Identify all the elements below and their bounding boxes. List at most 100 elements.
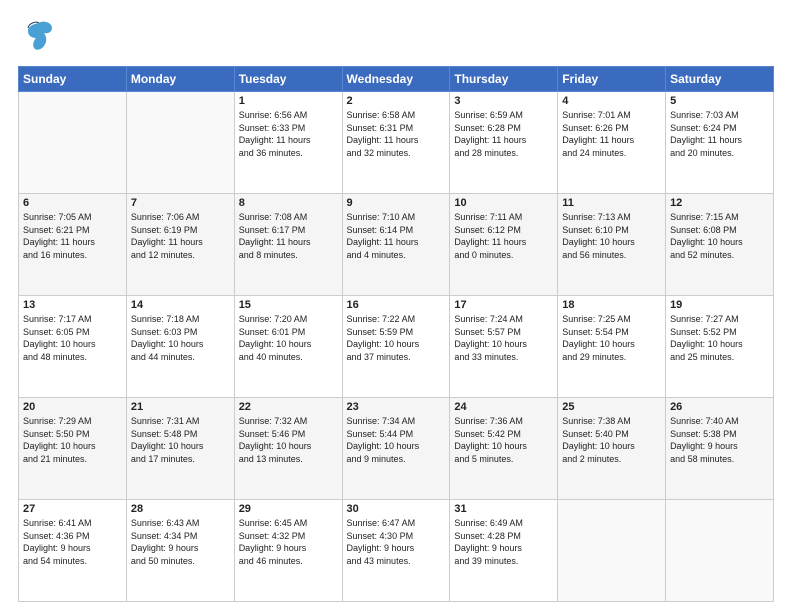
day-info: Sunrise: 6:43 AM Sunset: 4:34 PM Dayligh…: [131, 517, 230, 567]
logo-bird-icon: [24, 18, 54, 58]
day-info: Sunrise: 7:18 AM Sunset: 6:03 PM Dayligh…: [131, 313, 230, 363]
day-info: Sunrise: 7:24 AM Sunset: 5:57 PM Dayligh…: [454, 313, 553, 363]
day-info: Sunrise: 7:10 AM Sunset: 6:14 PM Dayligh…: [347, 211, 446, 261]
day-info: Sunrise: 7:13 AM Sunset: 6:10 PM Dayligh…: [562, 211, 661, 261]
header: [18, 18, 774, 58]
day-number: 26: [670, 401, 769, 413]
day-number: 15: [239, 299, 338, 311]
day-info: Sunrise: 6:41 AM Sunset: 4:36 PM Dayligh…: [23, 517, 122, 567]
calendar-day-cell: 1 Sunrise: 6:56 AM Sunset: 6:33 PM Daylig…: [234, 92, 342, 194]
day-of-week-header: Monday: [126, 67, 234, 92]
day-number: 7: [131, 197, 230, 209]
calendar-day-cell: 17Sunrise: 7:24 AM Sunset: 5:57 PM Dayli…: [450, 296, 558, 398]
day-number: 23: [347, 401, 446, 413]
day-info: Sunrise: 7:32 AM Sunset: 5:46 PM Dayligh…: [239, 415, 338, 465]
calendar-day-cell: 28 Sunrise: 6:43 AM Sunset: 4:34 PM Dayli…: [126, 500, 234, 602]
day-of-week-header: Tuesday: [234, 67, 342, 92]
day-info: Sunrise: 7:25 AM Sunset: 5:54 PM Dayligh…: [562, 313, 661, 363]
calendar-week-row: 6 Sunrise: 7:05 AM Sunset: 6:21 PM Daylig…: [19, 194, 774, 296]
day-number: 3: [454, 95, 553, 107]
day-number: 18: [562, 299, 661, 311]
calendar-day-cell: 2 Sunrise: 6:58 AM Sunset: 6:31 PM Daylig…: [342, 92, 450, 194]
day-number: 6: [23, 197, 122, 209]
day-info: Sunrise: 7:17 AM Sunset: 6:05 PM Dayligh…: [23, 313, 122, 363]
day-info: Sunrise: 6:59 AM Sunset: 6:28 PM Dayligh…: [454, 109, 553, 159]
calendar-day-cell: 5 Sunrise: 7:03 AM Sunset: 6:24 PM Daylig…: [666, 92, 774, 194]
calendar-day-cell: 12Sunrise: 7:15 AM Sunset: 6:08 PM Dayli…: [666, 194, 774, 296]
day-info: Sunrise: 7:38 AM Sunset: 5:40 PM Dayligh…: [562, 415, 661, 465]
day-info: Sunrise: 6:58 AM Sunset: 6:31 PM Dayligh…: [347, 109, 446, 159]
day-info: Sunrise: 6:45 AM Sunset: 4:32 PM Dayligh…: [239, 517, 338, 567]
calendar-day-cell: 16 Sunrise: 7:22 AM Sunset: 5:59 PM Dayli…: [342, 296, 450, 398]
day-number: 16: [347, 299, 446, 311]
calendar-week-row: 13 Sunrise: 7:17 AM Sunset: 6:05 PM Dayli…: [19, 296, 774, 398]
calendar-day-cell: 23 Sunrise: 7:34 AM Sunset: 5:44 PM Dayli…: [342, 398, 450, 500]
calendar-week-row: 1 Sunrise: 6:56 AM Sunset: 6:33 PM Daylig…: [19, 92, 774, 194]
day-info: Sunrise: 7:15 AM Sunset: 6:08 PM Dayligh…: [670, 211, 769, 261]
day-number: 22: [239, 401, 338, 413]
day-info: Sunrise: 7:36 AM Sunset: 5:42 PM Dayligh…: [454, 415, 553, 465]
day-number: 27: [23, 503, 122, 515]
day-number: 25: [562, 401, 661, 413]
calendar-day-cell: 27 Sunrise: 6:41 AM Sunset: 4:36 PM Dayli…: [19, 500, 127, 602]
day-info: Sunrise: 7:05 AM Sunset: 6:21 PM Dayligh…: [23, 211, 122, 261]
day-number: 24: [454, 401, 553, 413]
calendar-day-cell: 13 Sunrise: 7:17 AM Sunset: 6:05 PM Dayli…: [19, 296, 127, 398]
calendar-day-cell: 8Sunrise: 7:08 AM Sunset: 6:17 PM Daylig…: [234, 194, 342, 296]
calendar-week-row: 20 Sunrise: 7:29 AM Sunset: 5:50 PM Dayli…: [19, 398, 774, 500]
day-number: 8: [239, 197, 338, 209]
calendar-header-row: SundayMondayTuesdayWednesdayThursdayFrid…: [19, 67, 774, 92]
calendar-day-cell: 19Sunrise: 7:27 AM Sunset: 5:52 PM Dayli…: [666, 296, 774, 398]
day-info: Sunrise: 7:22 AM Sunset: 5:59 PM Dayligh…: [347, 313, 446, 363]
calendar-day-cell: 3 Sunrise: 6:59 AM Sunset: 6:28 PM Daylig…: [450, 92, 558, 194]
day-of-week-header: Saturday: [666, 67, 774, 92]
calendar-day-cell: 6 Sunrise: 7:05 AM Sunset: 6:21 PM Daylig…: [19, 194, 127, 296]
calendar-day-cell: [666, 500, 774, 602]
day-number: 2: [347, 95, 446, 107]
calendar-day-cell: 4 Sunrise: 7:01 AM Sunset: 6:26 PM Daylig…: [558, 92, 666, 194]
day-number: 28: [131, 503, 230, 515]
calendar-day-cell: 18 Sunrise: 7:25 AM Sunset: 5:54 PM Dayli…: [558, 296, 666, 398]
day-info: Sunrise: 7:06 AM Sunset: 6:19 PM Dayligh…: [131, 211, 230, 261]
calendar-day-cell: 21Sunrise: 7:31 AM Sunset: 5:48 PM Dayli…: [126, 398, 234, 500]
day-info: Sunrise: 6:49 AM Sunset: 4:28 PM Dayligh…: [454, 517, 553, 567]
day-info: Sunrise: 7:20 AM Sunset: 6:01 PM Dayligh…: [239, 313, 338, 363]
day-info: Sunrise: 7:11 AM Sunset: 6:12 PM Dayligh…: [454, 211, 553, 261]
calendar-day-cell: [558, 500, 666, 602]
day-number: 14: [131, 299, 230, 311]
page: SundayMondayTuesdayWednesdayThursdayFrid…: [0, 0, 792, 612]
day-info: Sunrise: 7:29 AM Sunset: 5:50 PM Dayligh…: [23, 415, 122, 465]
day-info: Sunrise: 6:47 AM Sunset: 4:30 PM Dayligh…: [347, 517, 446, 567]
day-info: Sunrise: 7:01 AM Sunset: 6:26 PM Dayligh…: [562, 109, 661, 159]
calendar-day-cell: 30Sunrise: 6:47 AM Sunset: 4:30 PM Dayli…: [342, 500, 450, 602]
day-number: 13: [23, 299, 122, 311]
calendar-day-cell: 26 Sunrise: 7:40 AM Sunset: 5:38 PM Dayli…: [666, 398, 774, 500]
calendar-table: SundayMondayTuesdayWednesdayThursdayFrid…: [18, 66, 774, 602]
calendar-day-cell: 25 Sunrise: 7:38 AM Sunset: 5:40 PM Dayli…: [558, 398, 666, 500]
day-number: 5: [670, 95, 769, 107]
day-of-week-header: Friday: [558, 67, 666, 92]
day-number: 10: [454, 197, 553, 209]
day-number: 20: [23, 401, 122, 413]
logo: [18, 18, 54, 58]
calendar-day-cell: 10 Sunrise: 7:11 AM Sunset: 6:12 PM Dayli…: [450, 194, 558, 296]
day-info: Sunrise: 6:56 AM Sunset: 6:33 PM Dayligh…: [239, 109, 338, 159]
day-number: 21: [131, 401, 230, 413]
day-info: Sunrise: 7:03 AM Sunset: 6:24 PM Dayligh…: [670, 109, 769, 159]
calendar-day-cell: 24 Sunrise: 7:36 AM Sunset: 5:42 PM Dayli…: [450, 398, 558, 500]
day-number: 29: [239, 503, 338, 515]
calendar-day-cell: 7 Sunrise: 7:06 AM Sunset: 6:19 PM Daylig…: [126, 194, 234, 296]
calendar-day-cell: 15 Sunrise: 7:20 AM Sunset: 6:01 PM Dayli…: [234, 296, 342, 398]
calendar-day-cell: 14 Sunrise: 7:18 AM Sunset: 6:03 PM Dayli…: [126, 296, 234, 398]
calendar-day-cell: 31Sunrise: 6:49 AM Sunset: 4:28 PM Dayli…: [450, 500, 558, 602]
calendar-day-cell: 11Sunrise: 7:13 AM Sunset: 6:10 PM Dayli…: [558, 194, 666, 296]
day-info: Sunrise: 7:40 AM Sunset: 5:38 PM Dayligh…: [670, 415, 769, 465]
day-number: 1: [239, 95, 338, 107]
calendar-day-cell: 20 Sunrise: 7:29 AM Sunset: 5:50 PM Dayli…: [19, 398, 127, 500]
day-of-week-header: Sunday: [19, 67, 127, 92]
day-number: 19: [670, 299, 769, 311]
calendar-day-cell: 9 Sunrise: 7:10 AM Sunset: 6:14 PM Daylig…: [342, 194, 450, 296]
day-number: 4: [562, 95, 661, 107]
day-info: Sunrise: 7:34 AM Sunset: 5:44 PM Dayligh…: [347, 415, 446, 465]
day-number: 9: [347, 197, 446, 209]
